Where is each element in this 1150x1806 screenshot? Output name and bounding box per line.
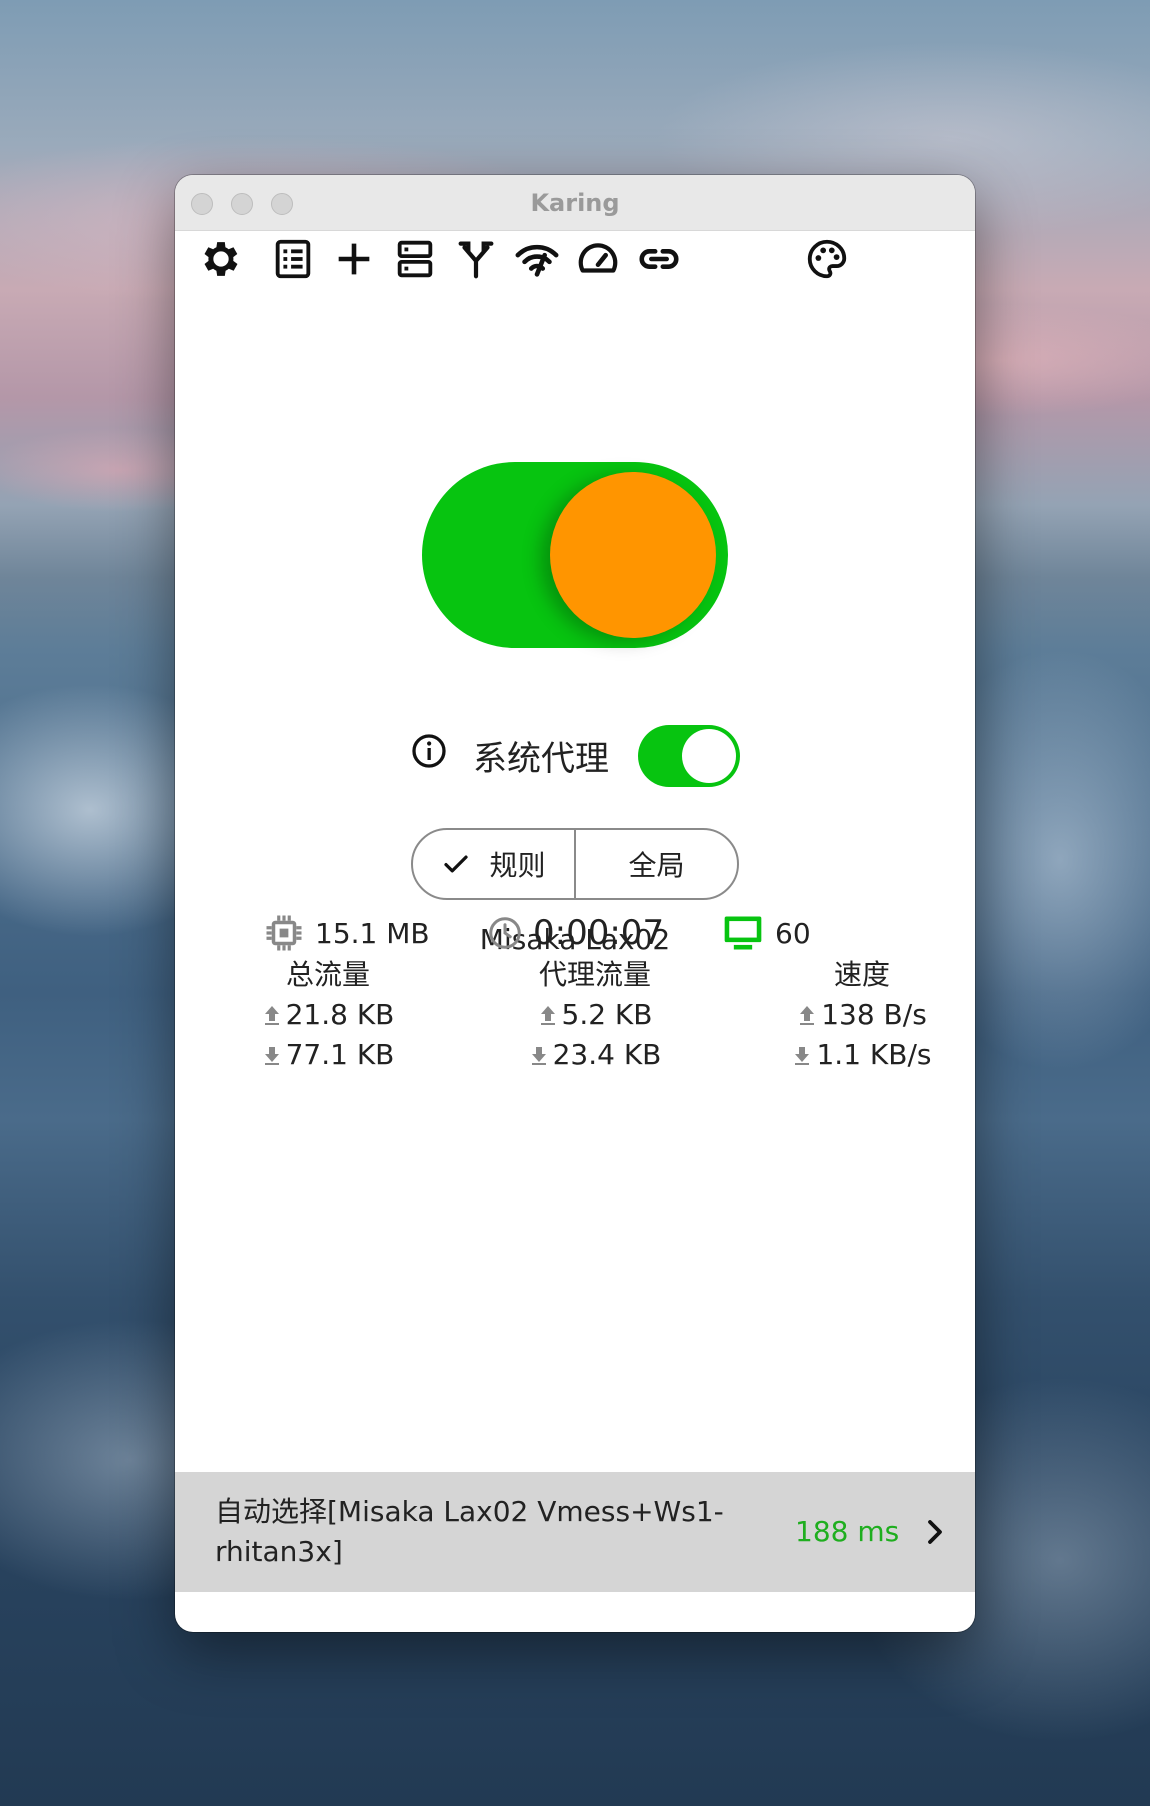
total-traffic-label: 总流量 — [285, 958, 370, 991]
total-traffic-column: 总流量 21.8 KB 77.1 KB — [208, 955, 448, 1075]
selected-server-text: 自动选择[Misaka Lax02 Vmess+Ws1-rhitan3x] — [215, 1495, 724, 1568]
chevron-right-icon — [928, 1520, 942, 1544]
speed-download-value: 1.1 KB/s — [816, 1038, 932, 1071]
info-icon[interactable] — [411, 733, 447, 769]
uptime-value: 0:00:07 — [533, 913, 665, 953]
connect-toggle[interactable] — [422, 462, 728, 648]
mode-global-button[interactable]: 全局 — [574, 830, 737, 898]
memory-value: 15.1 MB — [315, 916, 430, 950]
connections-value: 60 — [775, 916, 811, 950]
mode-rule-button[interactable]: 规则 — [413, 830, 574, 898]
gear-icon[interactable] — [197, 235, 245, 283]
mode-segmented-control: 规则 全局 — [411, 828, 739, 900]
server-selection-bar[interactable]: 自动选择[Misaka Lax02 Vmess+Ws1-rhitan3x] 18… — [175, 1472, 975, 1592]
palette-icon[interactable] — [803, 235, 851, 283]
mode-rule-label: 规则 — [489, 849, 546, 882]
link-icon[interactable] — [635, 235, 683, 283]
latency-value: 188 ms — [795, 1515, 900, 1548]
plus-icon[interactable] — [330, 235, 378, 283]
mode-global-label: 全局 — [628, 849, 685, 882]
title-bar: Karing — [175, 175, 975, 231]
total-download-value: 77.1 KB — [285, 1038, 395, 1071]
upload-arrow-icon — [540, 1006, 555, 1025]
download-arrow-icon — [264, 1047, 279, 1065]
system-proxy-row: 系统代理 — [411, 723, 741, 787]
proxy-upload-value: 5.2 KB — [561, 998, 653, 1031]
speed-label: 速度 — [833, 958, 890, 991]
upload-arrow-icon — [800, 1006, 815, 1025]
upload-arrow-icon — [264, 1006, 279, 1025]
monitor-icon — [724, 916, 762, 950]
server-icon[interactable] — [391, 235, 439, 283]
uptime-stat: 0:00:07 — [487, 910, 664, 956]
speedometer-icon[interactable] — [574, 235, 622, 283]
speed-upload-value: 138 B/s — [821, 998, 927, 1031]
download-arrow-icon — [531, 1047, 546, 1065]
speed-column: 速度 138 B/s 1.1 KB/s — [742, 955, 975, 1075]
window-title: Karing — [530, 189, 620, 217]
chip-icon — [266, 915, 302, 951]
speed-signal-icon[interactable] — [513, 235, 561, 283]
list-icon[interactable] — [269, 235, 317, 283]
connect-toggle-knob — [550, 472, 716, 638]
fork-icon[interactable] — [452, 235, 500, 283]
connections-stat[interactable]: 60 — [721, 910, 811, 956]
memory-stat: 15.1 MB — [263, 910, 430, 956]
system-proxy-switch[interactable] — [638, 725, 740, 787]
system-proxy-switch-knob — [682, 729, 736, 783]
download-arrow-icon — [795, 1047, 810, 1065]
proxy-traffic-label: 代理流量 — [538, 958, 651, 991]
system-proxy-label: 系统代理 — [473, 739, 609, 779]
proxy-traffic-column: 代理流量 5.2 KB 23.4 KB — [475, 955, 715, 1075]
clock-icon — [489, 917, 521, 949]
check-icon — [444, 855, 469, 873]
proxy-download-value: 23.4 KB — [552, 1038, 662, 1071]
app-window: Karing 系统代理 规则 全局 Misaka Lax02 15.1 MB 0… — [175, 175, 975, 1632]
total-upload-value: 21.8 KB — [285, 998, 395, 1031]
